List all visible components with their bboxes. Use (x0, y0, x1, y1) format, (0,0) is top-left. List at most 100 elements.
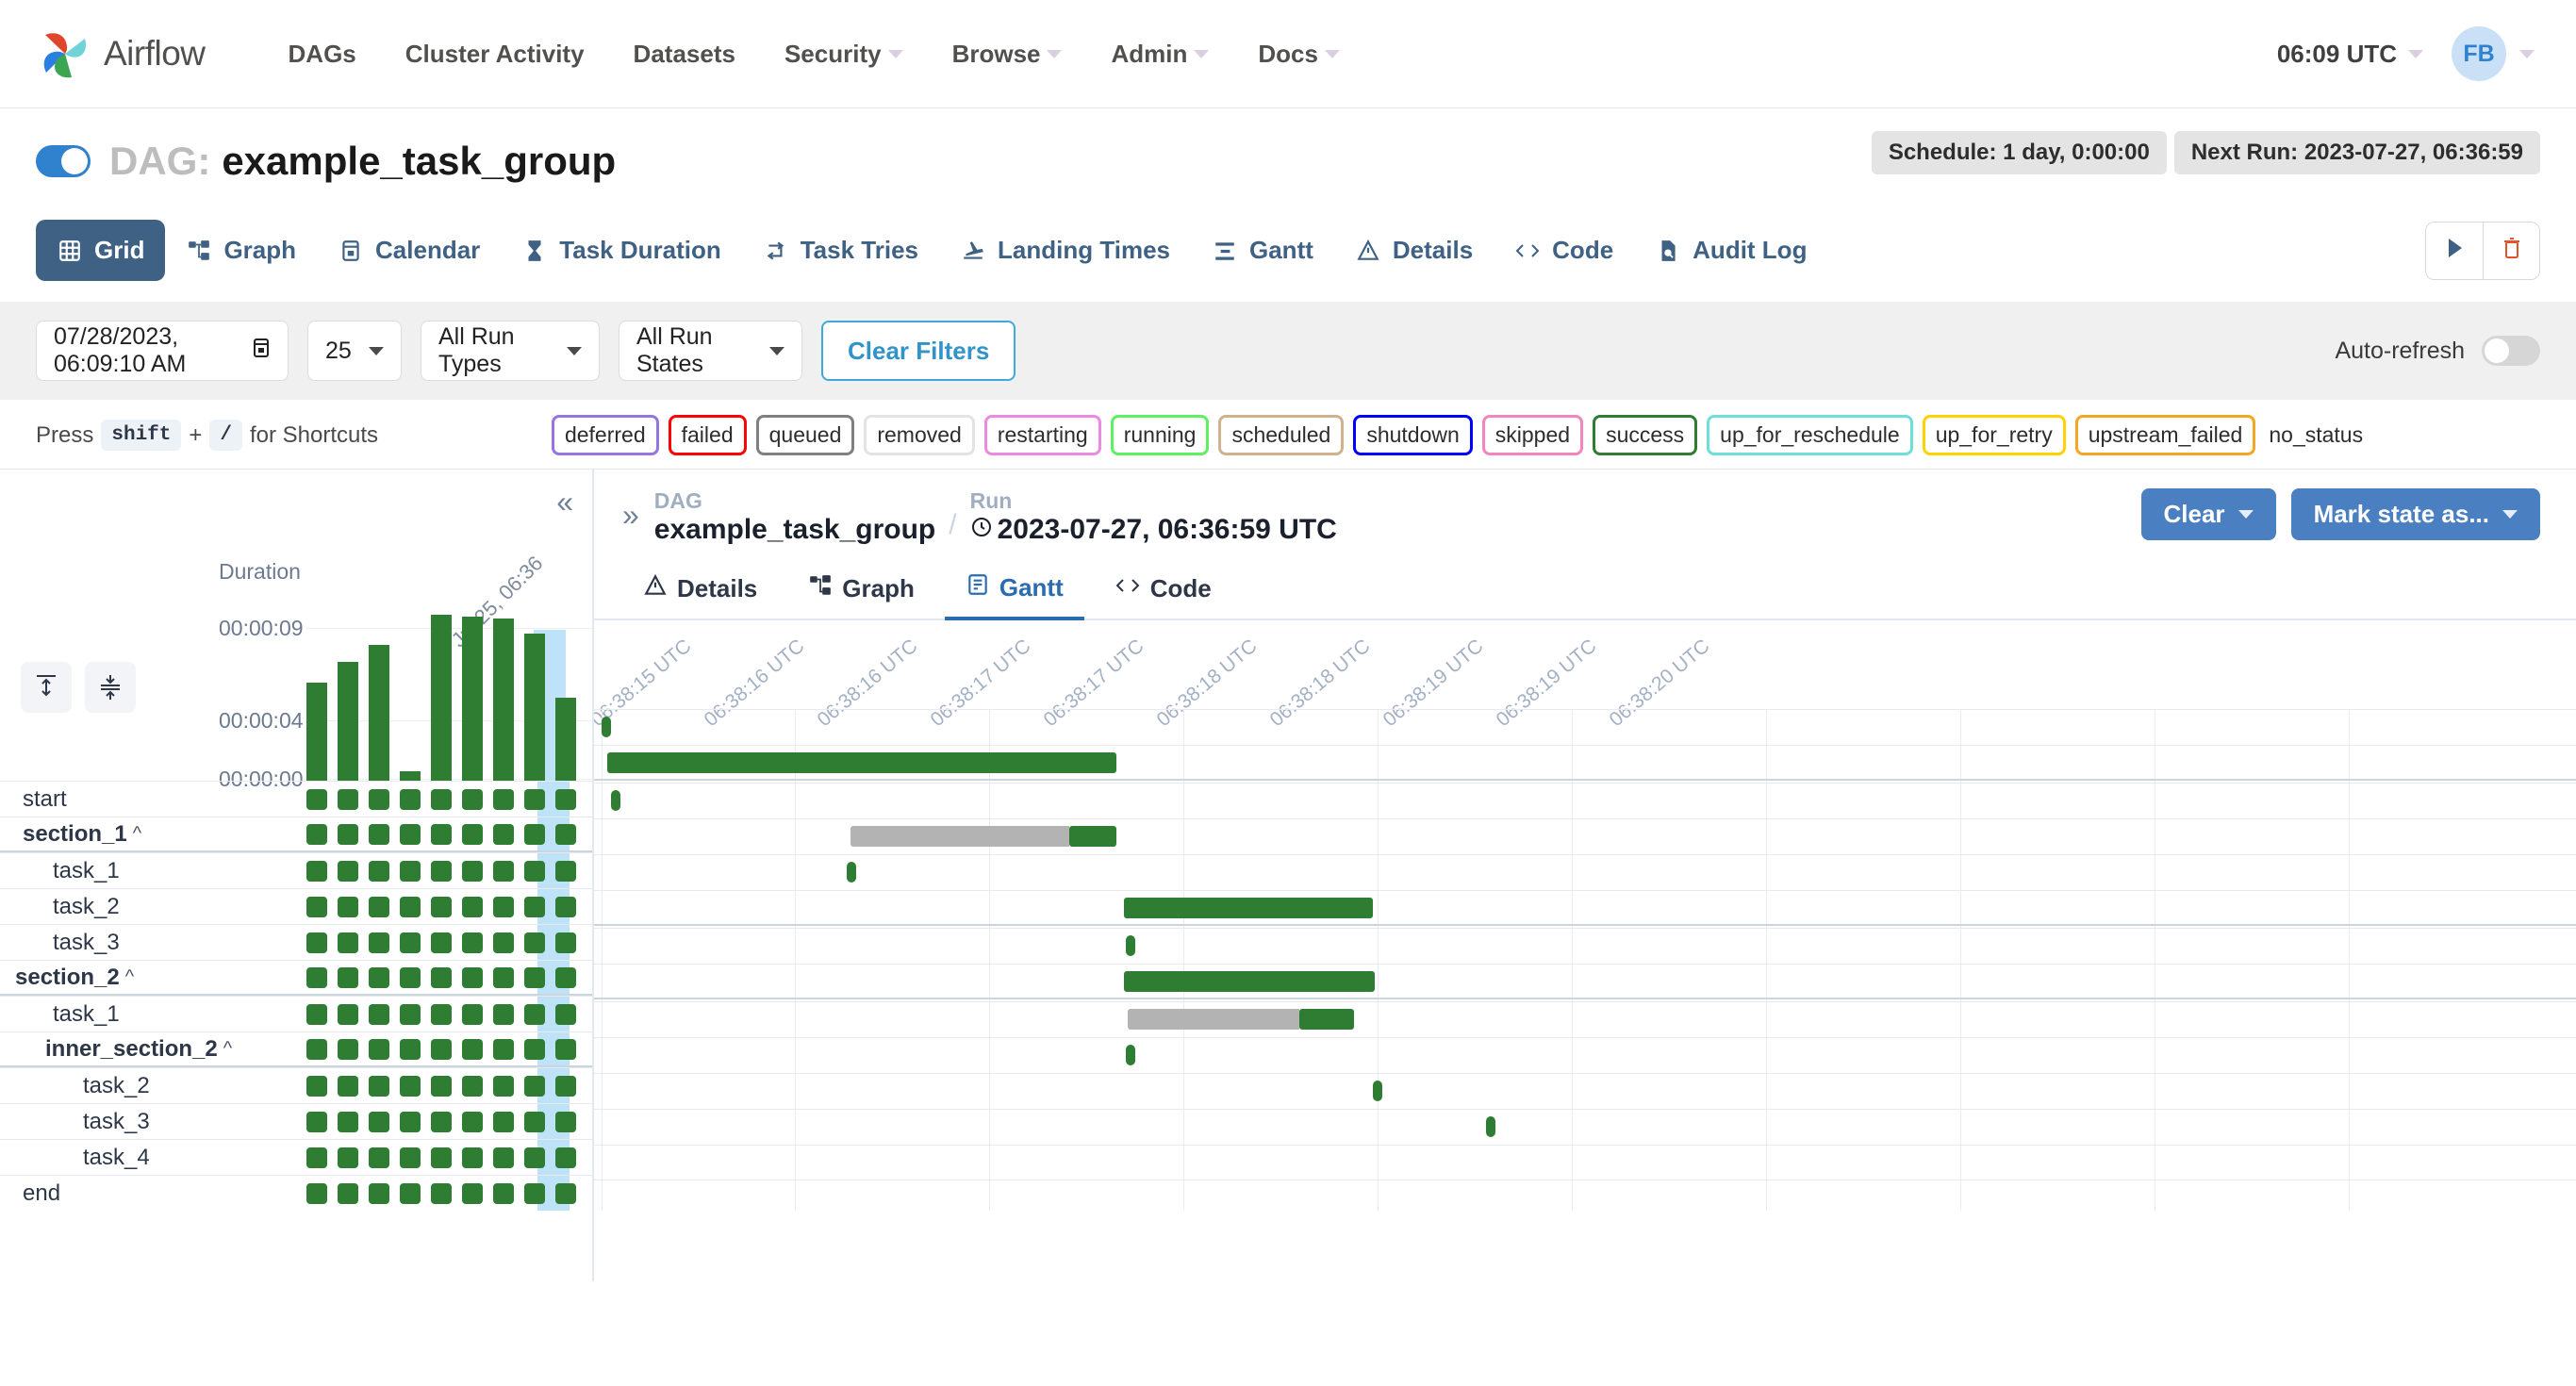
task-instance-square[interactable] (555, 966, 576, 988)
tab-landing-times[interactable]: Landing Times (939, 220, 1191, 281)
run-state-select[interactable]: All Run States (619, 321, 802, 381)
gantt-bar-queued[interactable] (1128, 1009, 1299, 1030)
subtab-code[interactable]: Code (1094, 560, 1232, 618)
duration-bar[interactable] (338, 662, 358, 781)
duration-bar[interactable] (493, 619, 514, 781)
task-instance-square[interactable] (462, 860, 483, 882)
task-instance-square[interactable] (431, 932, 452, 953)
tab-grid[interactable]: Grid (36, 220, 166, 281)
legend-skipped[interactable]: skipped (1481, 415, 1584, 455)
task-instance-square[interactable] (555, 823, 576, 845)
task-instance-square[interactable] (462, 1111, 483, 1132)
task-instance-square[interactable] (493, 823, 514, 845)
task-row-section-1-task-2[interactable]: task_2 (0, 888, 592, 924)
run-count-select[interactable]: 25 (307, 321, 402, 381)
duration-bar[interactable] (400, 771, 421, 781)
task-instance-square[interactable] (524, 896, 545, 917)
task-instance-square[interactable] (338, 788, 358, 810)
task-instance-square[interactable] (431, 1147, 452, 1168)
task-instance-square[interactable] (369, 823, 389, 845)
task-row-section-1-task-1[interactable]: task_1 (0, 852, 592, 888)
task-instance-square[interactable] (369, 966, 389, 988)
gantt-row-section-2[interactable] (594, 890, 2576, 926)
task-instance-square[interactable] (493, 1038, 514, 1060)
gantt-bar-success[interactable] (1126, 1045, 1135, 1065)
duration-bar[interactable] (462, 617, 483, 781)
tab-task-tries[interactable]: Task Tries (742, 220, 939, 281)
task-instance-square[interactable] (524, 1182, 545, 1204)
task-instance-square[interactable] (431, 1075, 452, 1097)
gantt-bar-success[interactable] (1486, 1116, 1495, 1137)
task-instance-square[interactable] (555, 896, 576, 917)
task-instance-square[interactable] (306, 1075, 327, 1097)
legend-failed[interactable]: failed (668, 415, 747, 455)
chevron-up-icon[interactable]: ^ (125, 966, 134, 988)
gantt-bar-success[interactable] (1299, 1009, 1354, 1030)
task-row-section-2[interactable]: section_2 ^ (0, 960, 592, 996)
task-instance-square[interactable] (555, 1003, 576, 1025)
task-instance-square[interactable] (462, 1003, 483, 1025)
task-instance-square[interactable] (338, 860, 358, 882)
gantt-bar-success[interactable] (1069, 826, 1116, 847)
gantt-row-inner-section-2-task-3[interactable] (594, 1037, 2576, 1073)
task-instance-square[interactable] (524, 966, 545, 988)
task-instance-square[interactable] (338, 1038, 358, 1060)
task-instance-square[interactable] (369, 896, 389, 917)
task-row-section-2-task-1[interactable]: task_1 (0, 996, 592, 1031)
gantt-row-start[interactable] (594, 709, 2576, 745)
clear-filters-button[interactable]: Clear Filters (821, 321, 1016, 381)
task-instance-square[interactable] (369, 1075, 389, 1097)
task-instance-square[interactable] (369, 860, 389, 882)
task-instance-square[interactable] (431, 823, 452, 845)
task-instance-square[interactable] (462, 823, 483, 845)
task-instance-square[interactable] (555, 932, 576, 953)
mark-state-button[interactable]: Mark state as... (2290, 488, 2540, 540)
task-instance-square[interactable] (524, 932, 545, 953)
task-instance-square[interactable] (462, 1182, 483, 1204)
task-instance-square[interactable] (462, 966, 483, 988)
legend-restarting[interactable]: restarting (983, 415, 1101, 455)
task-instance-square[interactable] (431, 1038, 452, 1060)
task-instance-square[interactable] (306, 860, 327, 882)
breadcrumb-dag-value[interactable]: example_task_group (654, 514, 935, 546)
task-instance-square[interactable] (306, 1003, 327, 1025)
nav-link-cluster-activity[interactable]: Cluster Activity (381, 40, 609, 69)
task-instance-square[interactable] (493, 1003, 514, 1025)
task-instance-square[interactable] (555, 1075, 576, 1097)
task-instance-square[interactable] (400, 1147, 421, 1168)
legend-up-for-retry[interactable]: up_for_retry (1922, 415, 2066, 455)
task-instance-square[interactable] (493, 932, 514, 953)
task-instance-square[interactable] (338, 896, 358, 917)
task-instance-square[interactable] (524, 1003, 545, 1025)
task-instance-square[interactable] (493, 860, 514, 882)
chevron-up-icon[interactable]: ^ (223, 1038, 232, 1060)
legend-queued[interactable]: queued (755, 415, 855, 455)
task-instance-square[interactable] (338, 823, 358, 845)
task-instance-square[interactable] (431, 1111, 452, 1132)
task-instance-square[interactable] (338, 1003, 358, 1025)
subtab-gantt[interactable]: Gantt (944, 559, 1084, 620)
task-row-section-1[interactable]: section_1 ^ (0, 817, 592, 852)
task-instance-square[interactable] (306, 788, 327, 810)
legend-success[interactable]: success (1593, 415, 1698, 455)
tab-audit-log[interactable]: Audit Log (1634, 220, 1827, 281)
task-instance-square[interactable] (306, 932, 327, 953)
task-instance-square[interactable] (338, 932, 358, 953)
duration-bar[interactable] (369, 645, 389, 781)
compact-rows-button[interactable] (85, 662, 136, 713)
task-instance-square[interactable] (462, 788, 483, 810)
clear-button[interactable]: Clear (2140, 488, 2276, 540)
task-instance-square[interactable] (493, 1075, 514, 1097)
task-instance-square[interactable] (338, 1147, 358, 1168)
tab-gantt[interactable]: Gantt (1191, 220, 1334, 281)
gantt-row-inner-section-2-task-4[interactable] (594, 1073, 2576, 1109)
task-instance-square[interactable] (369, 1111, 389, 1132)
task-instance-square[interactable] (524, 1147, 545, 1168)
task-instance-square[interactable] (306, 823, 327, 845)
task-instance-square[interactable] (400, 896, 421, 917)
task-instance-square[interactable] (400, 1182, 421, 1204)
task-instance-square[interactable] (555, 788, 576, 810)
legend-upstream-failed[interactable]: upstream_failed (2074, 415, 2256, 455)
task-instance-square[interactable] (369, 932, 389, 953)
task-instance-square[interactable] (524, 788, 545, 810)
